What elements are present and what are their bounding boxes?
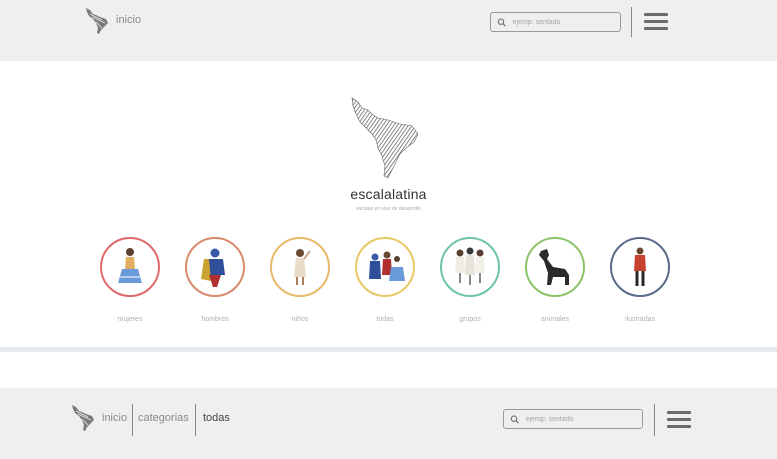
- brand-title: escalalatina: [350, 186, 427, 202]
- child-figure-icon: [294, 249, 311, 285]
- section-divider: [0, 347, 777, 352]
- brand-tagline: escalas en vías de desarrollo: [356, 206, 421, 212]
- category-label-mujeres[interactable]: mujeres: [90, 316, 170, 323]
- dog-icon: [539, 249, 569, 285]
- group-people-icon: [455, 247, 485, 285]
- top-header: inicio: [0, 0, 777, 61]
- hero-latin-america-logo-icon: [351, 97, 419, 179]
- breadcrumb-current: todas: [203, 412, 230, 424]
- category-grupos-button[interactable]: [440, 237, 500, 297]
- latin-america-logo-icon[interactable]: [84, 6, 110, 36]
- search-input[interactable]: [525, 415, 642, 423]
- header-divider: [654, 404, 655, 436]
- latin-america-logo-icon[interactable]: [70, 403, 96, 433]
- category-label-animales[interactable]: animales: [515, 316, 595, 323]
- breadcrumb-home-link[interactable]: inicio: [102, 412, 127, 424]
- category-label-grupos[interactable]: grupos: [430, 316, 510, 323]
- category-label-ilustradas[interactable]: ilustradas: [600, 316, 680, 323]
- category-label-todas[interactable]: todas: [345, 316, 425, 323]
- menu-icon[interactable]: [667, 411, 691, 429]
- search-input[interactable]: [512, 18, 620, 26]
- category-hombres-button[interactable]: [185, 237, 245, 297]
- category-label-ninos[interactable]: niños: [260, 316, 340, 323]
- search-box[interactable]: [490, 12, 621, 32]
- header-divider: [631, 7, 632, 37]
- breadcrumb-separator: [195, 404, 196, 436]
- woman-figure-icon: [118, 248, 142, 283]
- search-icon: [497, 17, 506, 27]
- category-animales-button[interactable]: [525, 237, 585, 297]
- breadcrumb-separator: [132, 404, 133, 436]
- search-icon: [510, 414, 519, 424]
- nav-home-link[interactable]: inicio: [116, 14, 141, 26]
- illustrated-man-icon: [634, 247, 646, 286]
- menu-icon[interactable]: [644, 13, 668, 31]
- search-box[interactable]: [503, 409, 643, 429]
- breadcrumb-categories-link[interactable]: categorias: [138, 412, 189, 424]
- category-ninos-button[interactable]: [270, 237, 330, 297]
- category-todas-button[interactable]: [355, 237, 415, 297]
- category-mujeres-button[interactable]: [100, 237, 160, 297]
- group-figures-icon: [369, 251, 405, 281]
- bottom-header: inicio categorias todas: [0, 388, 777, 459]
- category-label-hombres[interactable]: hombres: [175, 316, 255, 323]
- wrestler-figure-icon: [201, 248, 225, 287]
- category-ilustradas-button[interactable]: [610, 237, 670, 297]
